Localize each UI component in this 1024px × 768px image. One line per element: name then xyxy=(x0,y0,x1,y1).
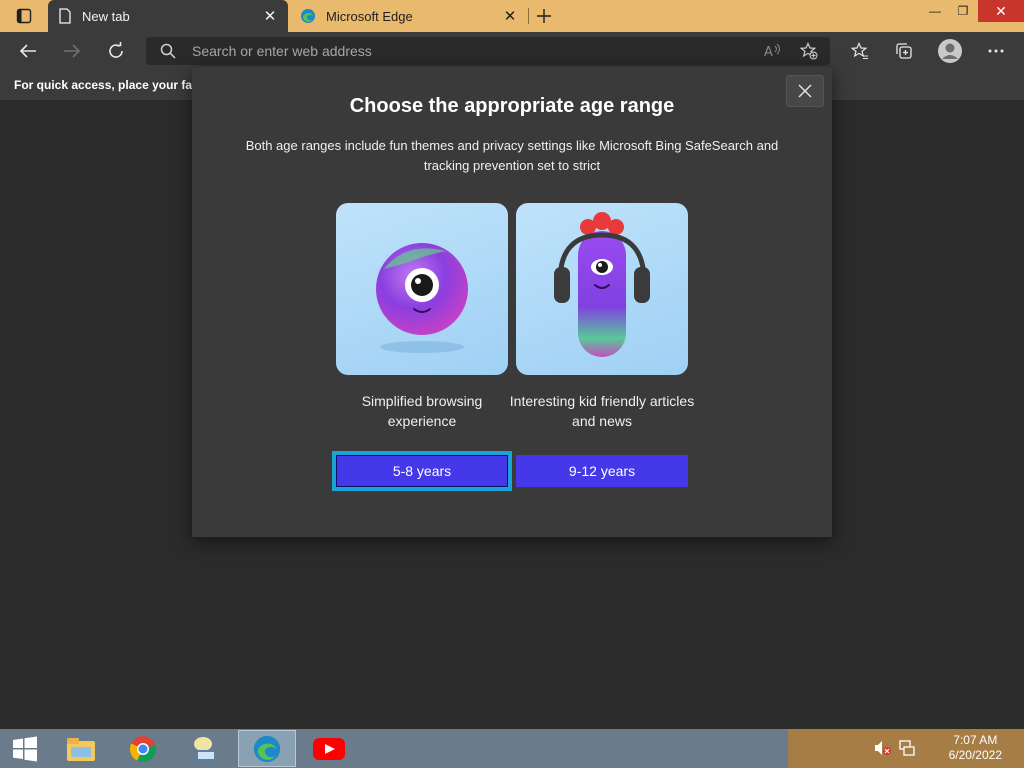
refresh-button[interactable] xyxy=(100,36,132,66)
plus-icon xyxy=(537,9,551,23)
tab-divider xyxy=(528,8,529,24)
page-icon xyxy=(59,8,71,24)
new-tab-button[interactable] xyxy=(530,0,558,32)
tab-actions-icon xyxy=(16,8,32,24)
headphones-creature-illustration xyxy=(554,212,650,357)
taskbar-file-explorer[interactable] xyxy=(52,730,110,767)
profile-button[interactable] xyxy=(934,36,966,66)
youtube-icon xyxy=(313,737,345,760)
taskbar: 7:07 AM 6/20/2022 xyxy=(0,729,1024,768)
tab-close-icon[interactable]: ✕ xyxy=(502,8,518,25)
collections-icon xyxy=(896,43,912,59)
refresh-icon xyxy=(109,42,123,58)
network-status-icon[interactable] xyxy=(898,740,916,761)
back-arrow-icon xyxy=(19,44,36,58)
system-clock[interactable]: 7:07 AM 6/20/2022 xyxy=(949,733,1002,763)
age-option-card-older[interactable] xyxy=(516,203,688,375)
read-aloud-icon[interactable]: A xyxy=(762,41,784,61)
minimize-button[interactable]: — xyxy=(920,0,950,22)
nav-bar: A xyxy=(0,32,1024,70)
back-button[interactable] xyxy=(12,36,44,66)
tab-actions-button[interactable] xyxy=(0,0,48,32)
collections-button[interactable] xyxy=(888,36,920,66)
dialog-description: Both age ranges include fun themes and p… xyxy=(245,138,779,173)
tab-microsoft-edge[interactable]: Microsoft Edge ✕ xyxy=(290,0,528,32)
address-bar[interactable]: A xyxy=(146,37,830,65)
clock-date: 6/20/2022 xyxy=(948,748,1002,762)
tab-title: New tab xyxy=(82,8,130,24)
round-creature-illustration xyxy=(376,243,468,353)
window-close-button[interactable]: ✕ xyxy=(978,0,1024,22)
age-range-dialog: Choose the appropriate age range Both ag… xyxy=(192,67,832,537)
restore-button[interactable]: ❐ xyxy=(948,0,978,22)
svg-text:A: A xyxy=(764,45,773,59)
option-caption-young: Simplified browsing experience xyxy=(361,393,483,429)
forward-arrow-icon xyxy=(64,44,81,58)
system-tray: 7:07 AM 6/20/2022 xyxy=(788,729,1024,768)
address-input[interactable] xyxy=(192,41,732,61)
age-5-8-button[interactable]: 5-8 years xyxy=(332,451,512,491)
edge-icon xyxy=(253,735,281,762)
favorites-hint-text: For quick access, place your favo xyxy=(14,78,207,92)
dialog-title: Choose the appropriate age range xyxy=(349,95,675,117)
start-button[interactable] xyxy=(0,730,50,767)
clock-time: 7:07 AM xyxy=(953,733,998,747)
favorites-icon xyxy=(851,42,868,59)
option-caption-older: Interesting kid friendly articles and ne… xyxy=(509,393,695,429)
taskbar-network-app[interactable] xyxy=(176,730,234,767)
add-favorite-icon[interactable] xyxy=(798,41,820,61)
tab-new-tab[interactable]: New tab ✕ xyxy=(48,0,288,32)
settings-more-button[interactable] xyxy=(980,36,1012,66)
volume-muted-icon[interactable] xyxy=(874,740,892,761)
forward-button[interactable] xyxy=(56,36,88,66)
search-icon xyxy=(160,43,176,59)
taskbar-edge[interactable] xyxy=(238,730,296,767)
favorites-button[interactable] xyxy=(844,36,876,66)
taskbar-youtube[interactable] xyxy=(300,730,358,767)
age-option-card-young[interactable] xyxy=(336,203,508,375)
avatar-icon xyxy=(938,39,962,63)
title-bar: New tab ✕ Microsoft Edge ✕ — ❐ ✕ xyxy=(0,0,1024,32)
edge-icon xyxy=(301,9,315,23)
more-dots-icon xyxy=(988,49,1004,53)
tab-title: Microsoft Edge xyxy=(326,8,413,24)
network-icon xyxy=(194,736,216,761)
age-9-12-button[interactable]: 9-12 years xyxy=(516,455,688,487)
tab-close-icon[interactable]: ✕ xyxy=(262,8,278,25)
windows-logo-icon xyxy=(13,736,37,761)
chrome-icon xyxy=(129,735,156,762)
file-explorer-icon xyxy=(67,737,95,761)
taskbar-chrome[interactable] xyxy=(114,730,172,767)
